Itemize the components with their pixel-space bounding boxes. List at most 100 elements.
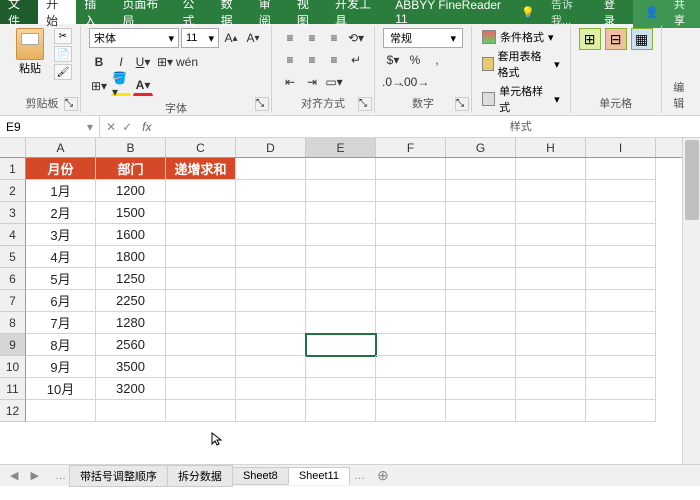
add-sheet-button[interactable]: ⊕ — [369, 467, 397, 484]
cell-H3[interactable] — [516, 202, 586, 224]
cell-F8[interactable] — [376, 312, 446, 334]
cell-B5[interactable]: 1800 — [96, 246, 166, 268]
delete-cell-button[interactable]: ⊟ — [605, 28, 627, 50]
cell-I7[interactable] — [586, 290, 656, 312]
cell-E11[interactable] — [306, 378, 376, 400]
cell-A10[interactable]: 9月 — [26, 356, 96, 378]
cell-I10[interactable] — [586, 356, 656, 378]
cell-H11[interactable] — [516, 378, 586, 400]
cell-G12[interactable] — [446, 400, 516, 422]
cell-F5[interactable] — [376, 246, 446, 268]
cell-B8[interactable]: 1280 — [96, 312, 166, 334]
cell-E4[interactable] — [306, 224, 376, 246]
cell-B9[interactable]: 2560 — [96, 334, 166, 356]
cell-A2[interactable]: 1月 — [26, 180, 96, 202]
cell-E6[interactable] — [306, 268, 376, 290]
cell-A8[interactable]: 7月 — [26, 312, 96, 334]
align-right-button[interactable]: ≡ — [324, 50, 344, 70]
col-header-H[interactable]: H — [516, 138, 586, 157]
border2-button[interactable]: ⊞▾ — [89, 76, 109, 96]
cell-A4[interactable]: 3月 — [26, 224, 96, 246]
cell-G5[interactable] — [446, 246, 516, 268]
cell-G9[interactable] — [446, 334, 516, 356]
cell-D5[interactable] — [236, 246, 306, 268]
sheet-nav-next[interactable]: ▶ — [24, 469, 44, 482]
cell-E2[interactable] — [306, 180, 376, 202]
align-left-button[interactable]: ≡ — [280, 50, 300, 70]
cell-F1[interactable] — [376, 158, 446, 180]
cells-area[interactable]: 月份部门递增求和1月12002月15003月16004月18005月12506月… — [26, 158, 700, 422]
cell-F12[interactable] — [376, 400, 446, 422]
sheet-tab-4[interactable]: Sheet11 — [288, 467, 350, 485]
cell-D2[interactable] — [236, 180, 306, 202]
row-header-4[interactable]: 4 — [0, 224, 26, 246]
font-size-select[interactable]: 11▾ — [181, 28, 219, 48]
wrap-button[interactable]: ↵ — [346, 50, 366, 70]
decrease-decimal-button[interactable]: .00→ — [405, 72, 425, 92]
cell-E9[interactable] — [306, 334, 376, 356]
number-format-select[interactable]: 常规▾ — [383, 28, 463, 48]
cell-E12[interactable] — [306, 400, 376, 422]
align-bottom-button[interactable]: ≡ — [324, 28, 344, 48]
cond-format-button[interactable]: 条件格式▾ — [480, 28, 562, 46]
tab-insert[interactable]: 插入 — [76, 0, 114, 24]
cell-H10[interactable] — [516, 356, 586, 378]
cell-B6[interactable]: 1250 — [96, 268, 166, 290]
cell-A1[interactable]: 月份 — [26, 158, 96, 180]
tab-formula[interactable]: 公式 — [175, 0, 213, 24]
align-center-button[interactable]: ≡ — [302, 50, 322, 70]
cell-C8[interactable] — [166, 312, 236, 334]
row-header-10[interactable]: 10 — [0, 356, 26, 378]
row-header-7[interactable]: 7 — [0, 290, 26, 312]
format-cell-button[interactable]: ▦ — [631, 28, 653, 50]
col-header-C[interactable]: C — [166, 138, 236, 157]
font-name-select[interactable]: 宋体▾ — [89, 28, 179, 48]
phonetic-button[interactable]: wén — [177, 52, 197, 72]
insert-cell-button[interactable]: ⊞ — [579, 28, 601, 50]
cell-E3[interactable] — [306, 202, 376, 224]
cell-A3[interactable]: 2月 — [26, 202, 96, 224]
decrease-font-button[interactable]: A▾ — [243, 28, 263, 48]
tab-data[interactable]: 数据 — [213, 0, 251, 24]
cell-A12[interactable] — [26, 400, 96, 422]
orientation-button[interactable]: ⟲▾ — [346, 28, 366, 48]
cell-B3[interactable]: 1500 — [96, 202, 166, 224]
sheet-tab-2[interactable]: 拆分数据 — [167, 465, 233, 487]
fill-color-button[interactable]: 🪣▾ — [111, 76, 131, 96]
cell-G8[interactable] — [446, 312, 516, 334]
cell-styles-button[interactable]: 单元格样式▾ — [480, 82, 562, 116]
cell-E8[interactable] — [306, 312, 376, 334]
login-link[interactable]: 登录 — [598, 0, 629, 28]
font-launcher[interactable]: ⤡ — [255, 97, 269, 111]
underline-button[interactable]: U▾ — [133, 52, 153, 72]
tab-review[interactable]: 审阅 — [251, 0, 289, 24]
cut-button[interactable]: ✂ — [54, 28, 72, 44]
cell-B12[interactable] — [96, 400, 166, 422]
formula-input[interactable] — [161, 116, 700, 137]
cell-G3[interactable] — [446, 202, 516, 224]
increase-font-button[interactable]: A▴ — [221, 28, 241, 48]
col-header-E[interactable]: E — [306, 138, 376, 157]
row-header-8[interactable]: 8 — [0, 312, 26, 334]
cell-F10[interactable] — [376, 356, 446, 378]
cell-G6[interactable] — [446, 268, 516, 290]
italic-button[interactable]: I — [111, 52, 131, 72]
cell-H2[interactable] — [516, 180, 586, 202]
row-header-1[interactable]: 1 — [0, 158, 26, 180]
cell-G10[interactable] — [446, 356, 516, 378]
cell-E5[interactable] — [306, 246, 376, 268]
col-header-B[interactable]: B — [96, 138, 166, 157]
tab-dev[interactable]: 开发工具 — [327, 0, 387, 24]
cell-D1[interactable] — [236, 158, 306, 180]
table-format-button[interactable]: 套用表格格式▾ — [480, 47, 562, 81]
cell-B2[interactable]: 1200 — [96, 180, 166, 202]
cell-D4[interactable] — [236, 224, 306, 246]
cell-C4[interactable] — [166, 224, 236, 246]
paste-button[interactable]: 粘贴 — [12, 28, 48, 93]
font-color-button[interactable]: A▾ — [133, 76, 153, 96]
cell-H9[interactable] — [516, 334, 586, 356]
cell-D10[interactable] — [236, 356, 306, 378]
accept-formula-button[interactable]: ✓ — [122, 120, 132, 134]
cell-C12[interactable] — [166, 400, 236, 422]
cell-H6[interactable] — [516, 268, 586, 290]
